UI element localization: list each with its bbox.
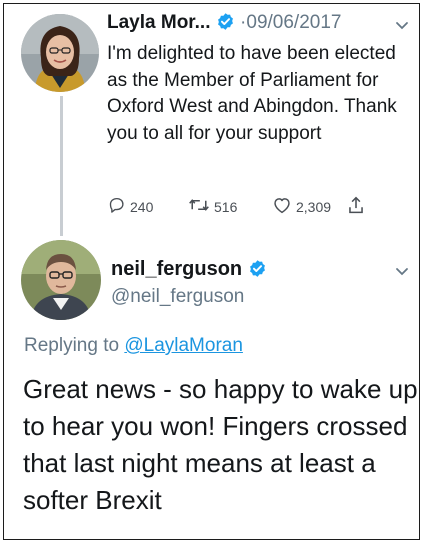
reply-count: 240 — [130, 198, 154, 215]
retweet-action[interactable]: 516 — [188, 196, 237, 217]
chevron-down-icon[interactable] — [395, 264, 409, 282]
tweet1-author-name[interactable]: Layla Mor... — [107, 12, 210, 33]
tweet2-header: neil_ferguson — [111, 258, 267, 284]
like-action[interactable]: 2,309 — [272, 196, 331, 217]
share-action[interactable] — [347, 196, 365, 218]
retweet-count: 516 — [214, 198, 238, 215]
tweet2-text: Great news - so happy to wake up to hear… — [23, 374, 418, 515]
replying-to-link[interactable]: @LaylaMoran — [124, 335, 243, 356]
tweet1-text: I'm delighted to have been elected as th… — [107, 43, 397, 144]
like-count: 2,309 — [296, 198, 332, 215]
heart-icon — [272, 196, 292, 217]
tweet2-author-name[interactable]: neil_ferguson — [111, 258, 242, 280]
reply-icon — [107, 196, 126, 217]
tweet2-handle[interactable]: @neil_ferguson — [111, 286, 244, 308]
avatar-layla-moran[interactable] — [21, 14, 99, 92]
share-icon — [347, 196, 365, 218]
verified-badge-icon — [248, 259, 267, 284]
replying-to-line: Replying to @LaylaMoran — [24, 335, 243, 357]
tweet1-header: Layla Mor... ·09/06/2017 — [107, 12, 407, 37]
thread-connector-line — [60, 96, 63, 236]
tweet1-action-bar: 240 516 2,309 — [107, 196, 377, 218]
chevron-down-icon[interactable] — [395, 18, 409, 36]
tweet1-date[interactable]: 09/06/2017 — [246, 12, 341, 33]
retweet-icon — [188, 196, 210, 217]
tweet-thread-frame: Layla Mor... ·09/06/2017 I'm delighted t… — [3, 3, 420, 540]
replying-to-prefix: Replying to — [24, 335, 125, 356]
verified-badge-icon — [216, 12, 235, 37]
reply-action[interactable]: 240 — [107, 196, 153, 217]
avatar-neil-ferguson[interactable] — [21, 240, 101, 320]
